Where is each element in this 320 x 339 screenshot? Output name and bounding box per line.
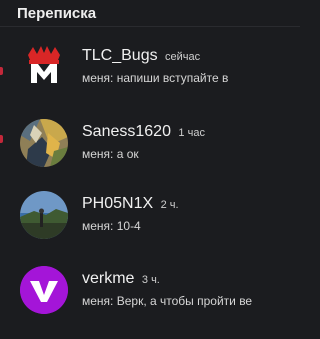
landscape-photo-avatar	[20, 191, 68, 239]
purple-v-logo-icon	[20, 266, 68, 314]
user-photo-avatar	[20, 119, 68, 167]
contact-name: TLC_Bugs	[82, 47, 158, 64]
message-preview: меня: напиши вступайте в	[82, 71, 229, 85]
messages-panel: Переписка TLC_Bugs сейчас меня: напиши в…	[0, 0, 300, 339]
conversation-item-saness1620[interactable]: Saness1620 1 час меня: а ок	[0, 115, 300, 181]
message-preview: меня: 10-4	[82, 219, 141, 233]
message-time: сейчас	[165, 51, 201, 63]
conversation-title: PH05N1X 2 ч.	[82, 195, 179, 213]
unread-indicator	[0, 135, 3, 143]
conversation-item-verkme[interactable]: verkme 3 ч. меня: Верк, а чтобы пройти в…	[0, 263, 300, 329]
unread-indicator	[0, 67, 3, 75]
message-time: 2 ч.	[160, 199, 179, 211]
message-time: 1 час	[178, 127, 205, 139]
conversation-list: TLC_Bugs сейчас меня: напиши вступайте в	[0, 27, 300, 339]
contact-name: Saness1620	[82, 123, 171, 140]
red-m-logo-icon	[20, 41, 68, 89]
conversation-title: Saness1620 1 час	[82, 123, 205, 141]
panel-title: Переписка	[17, 4, 97, 22]
contact-name: PH05N1X	[82, 195, 154, 212]
conversation-item-tlc-bugs[interactable]: TLC_Bugs сейчас меня: напиши вступайте в	[0, 27, 300, 93]
message-time: 3 ч.	[141, 274, 160, 286]
conversation-title: TLC_Bugs сейчас	[82, 47, 200, 65]
contact-name: verkme	[82, 270, 135, 287]
message-preview: меня: а ок	[82, 147, 139, 161]
conversation-title: verkme 3 ч.	[82, 270, 160, 288]
panel-header: Переписка	[0, 0, 300, 27]
conversation-item-ph05n1x[interactable]: PH05N1X 2 ч. меня: 10-4	[0, 187, 300, 253]
message-preview: меня: Верк, а чтобы пройти ве	[82, 294, 253, 308]
